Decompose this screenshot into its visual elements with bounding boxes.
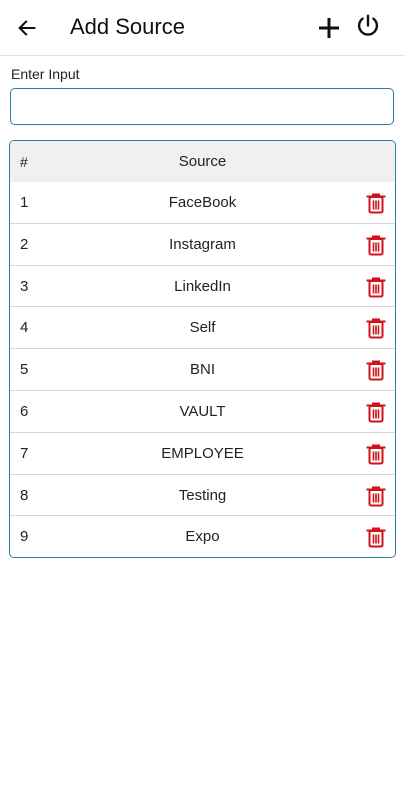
table-row: 2 Instagram xyxy=(10,224,395,266)
table-row: 6 VAULT xyxy=(10,391,395,433)
delete-button[interactable] xyxy=(365,275,387,299)
row-source-name: VAULT xyxy=(179,402,226,420)
add-button[interactable] xyxy=(313,11,345,45)
delete-button[interactable] xyxy=(365,233,387,257)
delete-button[interactable] xyxy=(365,316,387,340)
delete-button[interactable] xyxy=(365,191,387,215)
row-source-name: EMPLOYEE xyxy=(161,444,244,462)
table-row: 3 LinkedIn xyxy=(10,266,395,308)
input-label: Enter Input xyxy=(11,66,80,82)
sources-table: # Source 1 FaceBook 2 Instagram 3 Linked… xyxy=(9,140,396,558)
column-header-source: Source xyxy=(178,153,227,170)
trash-icon xyxy=(366,527,386,548)
table-row: 4 Self xyxy=(10,307,395,350)
source-input[interactable] xyxy=(10,88,394,125)
trash-icon xyxy=(366,486,386,507)
delete-button[interactable] xyxy=(365,525,387,549)
trash-icon xyxy=(366,444,386,465)
row-source-name: BNI xyxy=(189,361,215,379)
trash-icon xyxy=(366,277,386,298)
trash-icon xyxy=(366,402,386,423)
power-icon xyxy=(357,14,379,36)
delete-button[interactable] xyxy=(365,442,387,466)
trash-icon xyxy=(366,318,386,339)
table-row: 8 Testing xyxy=(10,475,395,517)
power-button[interactable] xyxy=(353,9,383,43)
table-row: 9 Expo xyxy=(10,516,395,557)
delete-button[interactable] xyxy=(365,358,387,382)
plus-icon xyxy=(319,18,339,38)
app-bar: Add Source xyxy=(0,0,405,56)
trash-icon xyxy=(366,193,386,214)
page-title: Add Source xyxy=(70,14,185,39)
back-button[interactable] xyxy=(12,12,42,44)
row-source-name: Testing xyxy=(178,486,227,504)
row-source-name: Self xyxy=(189,319,216,337)
row-source-name: Instagram xyxy=(169,235,236,253)
table-row: 7 EMPLOYEE xyxy=(10,433,395,475)
table-body: 1 FaceBook 2 Instagram 3 LinkedIn 4 Self… xyxy=(10,182,395,557)
table-row: 1 FaceBook xyxy=(10,182,395,224)
row-source-name: Expo xyxy=(185,528,220,546)
delete-button[interactable] xyxy=(365,400,387,424)
row-source-name: FaceBook xyxy=(168,194,237,211)
arrow-left-icon xyxy=(18,20,36,36)
table-row: 5 BNI xyxy=(10,349,395,391)
trash-icon xyxy=(366,360,386,381)
delete-button[interactable] xyxy=(365,484,387,508)
trash-icon xyxy=(366,235,386,256)
table-header: # Source xyxy=(10,141,395,182)
row-source-name: LinkedIn xyxy=(174,277,231,295)
